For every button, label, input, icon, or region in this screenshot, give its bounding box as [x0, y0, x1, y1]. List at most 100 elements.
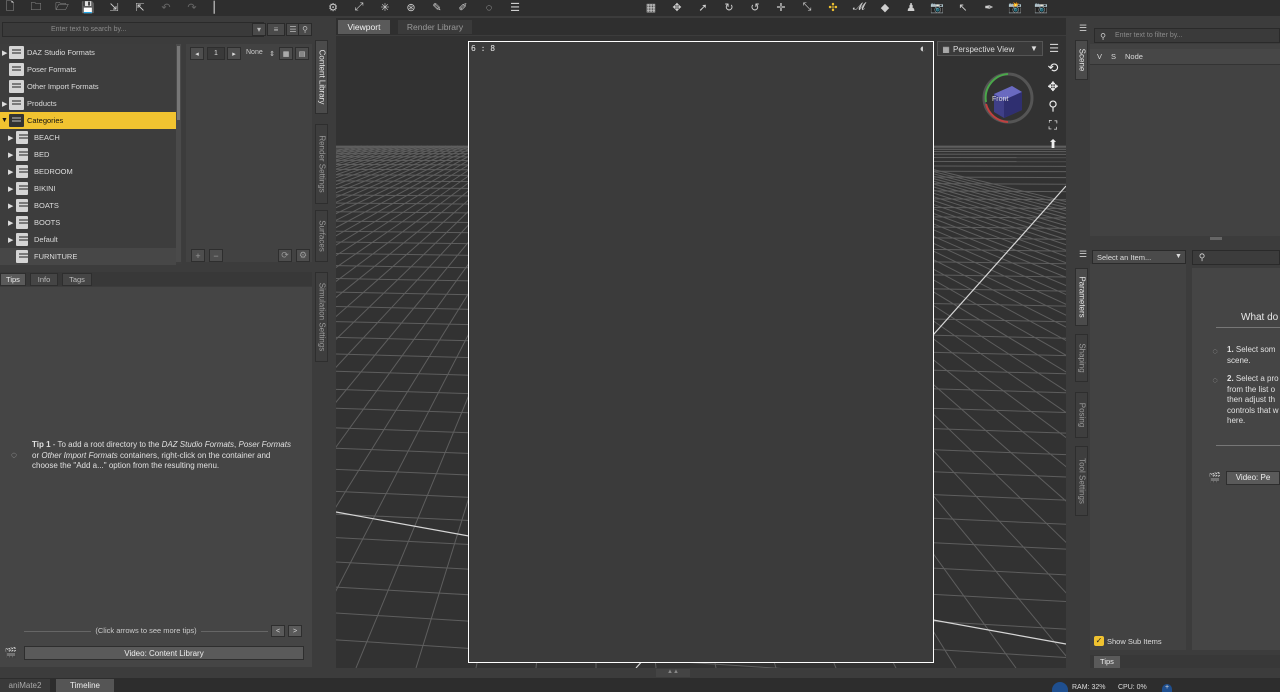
tree-item-other-import-formats[interactable]: Other Import Formats: [0, 78, 176, 95]
twist-tool-icon[interactable]: ↺: [748, 1, 762, 14]
select-arrow-icon[interactable]: ➚: [696, 1, 710, 14]
column-node[interactable]: Node: [1125, 52, 1143, 61]
search-icon[interactable]: ⚲: [298, 23, 312, 36]
new-file-icon[interactable]: 🗋: [4, 1, 16, 14]
category-item[interactable]: ▶ BEACH: [0, 129, 176, 146]
render-settings-icon[interactable]: ⚙: [326, 1, 340, 14]
video-content-library-button[interactable]: Video: Content Library: [24, 646, 304, 660]
next-tip-button[interactable]: >: [288, 625, 302, 637]
redo-icon[interactable]: ↷: [186, 1, 198, 14]
sort-select[interactable]: None: [246, 49, 263, 56]
add-button[interactable]: +: [191, 249, 205, 262]
tab-tips[interactable]: Tips: [1094, 656, 1120, 668]
brush-icon[interactable]: ✎: [430, 1, 444, 14]
camera-tool-icon[interactable]: 📷: [930, 1, 944, 14]
expand-arrow-icon[interactable]: ▶: [8, 168, 13, 176]
tab-shaping[interactable]: Shaping: [1075, 334, 1088, 382]
render-camera-icon[interactable]: 📸: [1008, 1, 1022, 14]
viewport-collapse-handle[interactable]: ▲▲: [656, 669, 690, 677]
rotate-tool-icon[interactable]: ↻: [722, 1, 736, 14]
show-sub-items-checkbox[interactable]: ✓: [1094, 636, 1104, 646]
frame-icon[interactable]: ⛶: [1045, 117, 1061, 133]
expand-arrow-icon[interactable]: ▶: [8, 219, 13, 227]
tree-item-products[interactable]: ▶ Products: [0, 95, 176, 112]
next-page-button[interactable]: ▸: [227, 47, 241, 60]
parameters-filter-input[interactable]: [1192, 250, 1280, 265]
tab-viewport[interactable]: Viewport: [338, 20, 390, 34]
tab-tool-settings[interactable]: Tool Settings: [1075, 446, 1088, 516]
expand-arrow-icon[interactable]: ▶: [2, 49, 7, 57]
open-recent-icon[interactable]: 🗁: [55, 1, 69, 14]
expand-status-icon[interactable]: +: [1162, 684, 1172, 692]
tab-animate2[interactable]: aniMate2: [0, 679, 50, 692]
tab-content-library[interactable]: Content Library: [315, 40, 328, 114]
remove-button[interactable]: −: [209, 249, 223, 262]
expand-arrow-icon[interactable]: ▶: [8, 134, 13, 142]
category-item[interactable]: ▶ Default: [0, 231, 176, 248]
node-weight-icon[interactable]: ✣: [826, 1, 840, 14]
prev-page-button[interactable]: ◂: [190, 47, 204, 60]
reset-view-icon[interactable]: ⬆: [1045, 136, 1061, 152]
expand-arrow-icon[interactable]: ▶: [8, 185, 13, 193]
expand-arrow-icon[interactable]: ▶: [8, 151, 13, 159]
scene-menu-icon[interactable]: ☰: [1077, 22, 1089, 34]
collapse-arrow-icon[interactable]: ▼: [1, 117, 8, 124]
video-parameters-button[interactable]: Video: Pe: [1226, 471, 1280, 485]
database-icon[interactable]: ≡: [267, 23, 285, 36]
parameters-menu-icon[interactable]: ☰: [1077, 248, 1089, 260]
scene-filter-input[interactable]: ⚲ Enter text to filter by...: [1094, 28, 1280, 43]
eyedropper-icon[interactable]: ✒: [982, 1, 996, 14]
universal-tool-icon[interactable]: ✥: [670, 1, 684, 14]
search-dropdown-icon[interactable]: ▾: [252, 23, 266, 36]
tree-item-categories[interactable]: ▼ Categories: [0, 112, 176, 129]
tree-item-daz-studio-formats[interactable]: ▶ DAZ Studio Formats: [0, 44, 176, 61]
tree-scrollbar[interactable]: [176, 44, 181, 262]
export-icon[interactable]: ⇱: [134, 1, 146, 14]
tab-tags[interactable]: Tags: [62, 273, 92, 286]
import-icon[interactable]: ⇲: [108, 1, 120, 14]
zoom-icon[interactable]: ⚲: [1045, 98, 1061, 114]
orbit-icon[interactable]: ⟲: [1045, 60, 1061, 76]
tab-timeline[interactable]: Timeline: [56, 679, 114, 692]
translate-tool-icon[interactable]: ✛: [774, 1, 788, 14]
expand-arrow-icon[interactable]: ▶: [2, 100, 7, 108]
library-search-input[interactable]: Enter text to search by... ▾: [2, 22, 266, 37]
tab-scene[interactable]: Scene: [1075, 40, 1088, 80]
save-icon[interactable]: 💾: [81, 1, 95, 14]
sort-arrows-icon[interactable]: ⇕: [267, 47, 277, 60]
column-visible[interactable]: V: [1097, 52, 1102, 61]
category-item[interactable]: FURNITURE: [0, 248, 176, 265]
align-icon[interactable]: ☰: [508, 1, 522, 14]
page-number-field[interactable]: 1: [207, 47, 225, 60]
region-icon[interactable]: ◌: [482, 1, 496, 14]
joint-editor-icon[interactable]: ⊛: [404, 1, 418, 14]
scene-resize-handle[interactable]: [1210, 237, 1222, 240]
tab-surfaces[interactable]: Surfaces: [315, 210, 328, 262]
tab-info[interactable]: Info: [30, 273, 58, 286]
prev-tip-button[interactable]: <: [271, 625, 285, 637]
pointer-tool-icon[interactable]: ↖: [956, 1, 970, 14]
settings-icon[interactable]: ⚙: [296, 249, 310, 262]
paint-icon[interactable]: ✐: [456, 1, 470, 14]
grid-tool-icon[interactable]: ▦: [644, 1, 658, 14]
camera-select[interactable]: ▦ Perspective View ▼: [937, 41, 1043, 56]
tab-render-library[interactable]: Render Library: [398, 20, 472, 34]
draw-style-icon[interactable]: ◐: [916, 42, 930, 55]
expand-arrow-icon[interactable]: ▶: [8, 236, 13, 244]
refresh-icon[interactable]: ⟳: [278, 249, 292, 262]
tab-parameters[interactable]: Parameters: [1075, 268, 1088, 326]
tab-simulation-settings[interactable]: Simulation Settings: [315, 272, 328, 362]
expand-arrow-icon[interactable]: ▶: [8, 202, 13, 210]
surface-selection-icon[interactable]: ◆: [878, 1, 892, 14]
view-cube[interactable]: Front: [982, 72, 1034, 124]
grid-view-icon[interactable]: ▦: [279, 47, 293, 60]
viewport-menu-icon[interactable]: ☰: [1047, 42, 1061, 55]
scale-tool-icon[interactable]: ⤡: [800, 1, 814, 14]
category-item[interactable]: ▶ BEDROOM: [0, 163, 176, 180]
geometry-editor-icon[interactable]: 𝓜: [852, 1, 866, 14]
pan-icon[interactable]: ✥: [1045, 79, 1061, 95]
tab-render-settings[interactable]: Render Settings: [315, 124, 328, 204]
category-item[interactable]: ▶ BOOTS: [0, 214, 176, 231]
light-icon[interactable]: ✳: [378, 1, 392, 14]
category-item[interactable]: ▶ BOATS: [0, 197, 176, 214]
